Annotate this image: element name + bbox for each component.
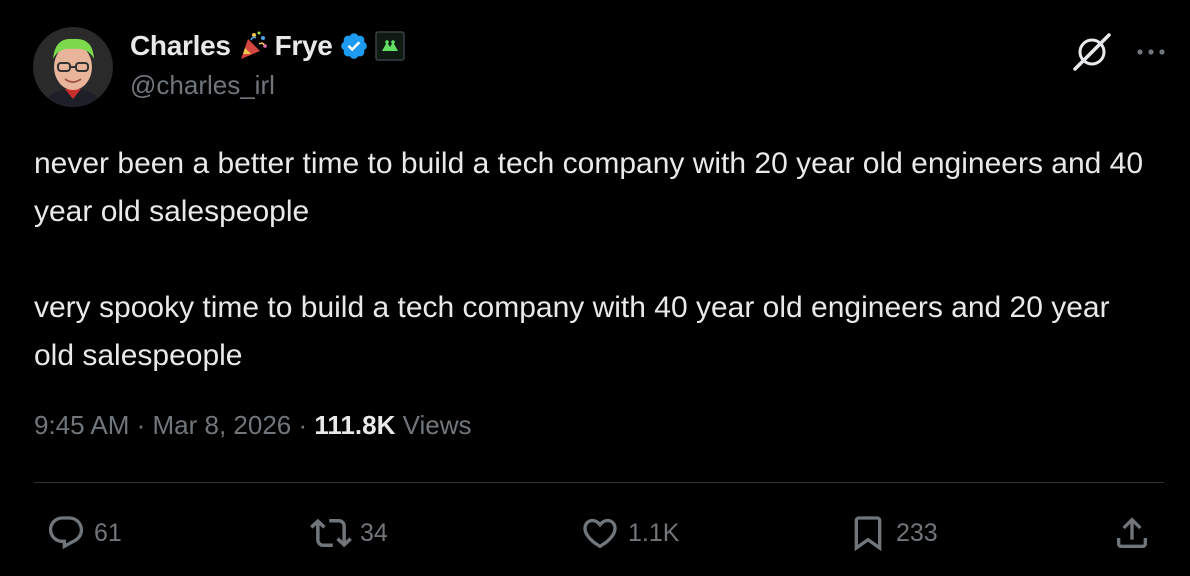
tweet-paragraph: very spooky time to build a tech company… [34,291,1110,372]
verified-badge-icon[interactable] [339,31,369,61]
author-last-name: Frye [274,30,333,61]
more-icon[interactable] [1136,47,1166,57]
like-icon [580,513,620,553]
top-right-controls [1070,30,1166,74]
bookmark-icon [848,513,888,553]
reply-button[interactable]: 61 [46,508,122,558]
repost-count: 34 [360,518,388,547]
bookmark-count: 233 [896,518,938,547]
reply-count: 61 [94,518,122,547]
divider [34,482,1164,483]
views-label: Views [395,410,472,440]
tweet-card: Charles Frye @charles_irl never been a b… [0,0,1190,576]
tweet-paragraph: never been a better time to build a tech… [34,147,1144,228]
author-first-name: Charles [130,30,231,61]
action-bar: 61 34 1.1K 233 [0,508,1190,558]
bookmark-button[interactable]: 233 [848,508,938,558]
tweet-text: never been a better time to build a tech… [34,140,1154,380]
share-icon [1112,513,1152,553]
tweet-time[interactable]: 9:45 AM [34,410,129,441]
meta-separator: · [129,410,153,440]
tweet-date[interactable]: Mar 8, 2026 [153,410,292,441]
tweet-meta: 9:45 AM · Mar 8, 2026 · 111.8K Views [34,410,471,441]
repost-button[interactable]: 34 [310,508,388,558]
share-button[interactable] [1112,508,1152,558]
like-button[interactable]: 1.1K [580,508,679,558]
grok-icon[interactable] [1070,30,1114,74]
repost-icon [310,512,352,554]
avatar[interactable] [33,27,113,107]
author-name-row: Charles Frye [130,28,405,64]
views-count[interactable]: 111.8K [314,410,395,441]
like-count: 1.1K [628,518,680,547]
author-handle[interactable]: @charles_irl [130,70,275,101]
author-display-name[interactable]: Charles Frye [130,30,333,62]
party-popper-icon [237,30,269,62]
affiliate-badge-icon[interactable] [374,31,405,61]
reply-icon [46,513,86,553]
meta-separator: · [291,410,315,440]
